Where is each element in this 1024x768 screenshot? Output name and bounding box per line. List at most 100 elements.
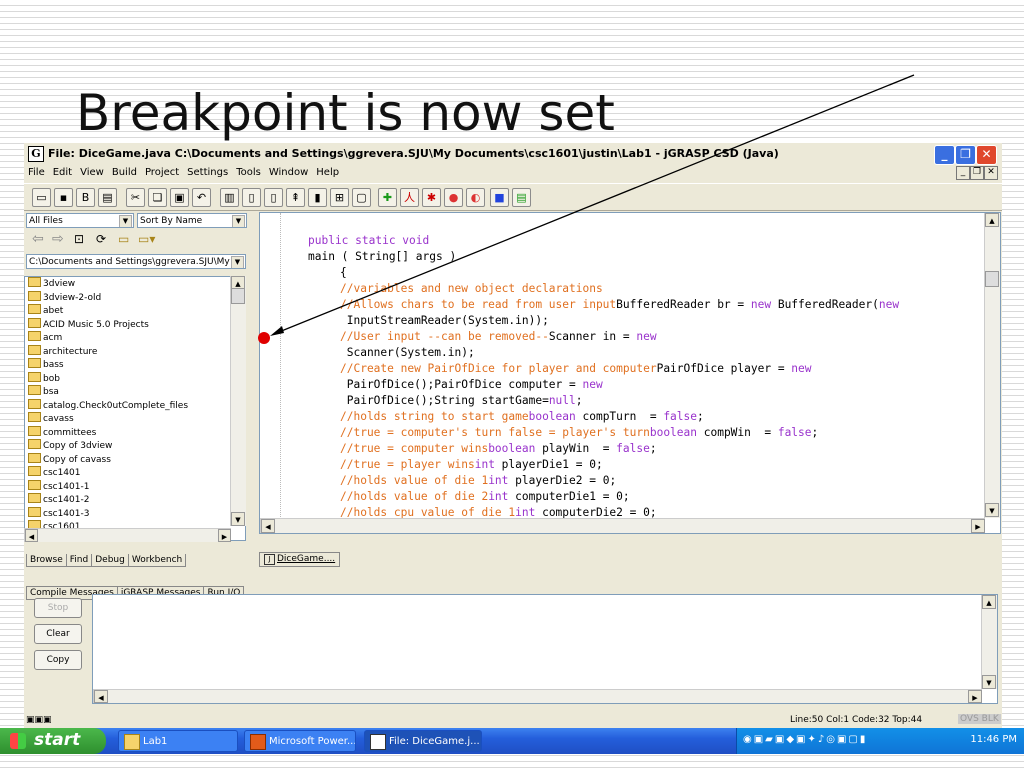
tab-find[interactable]: Find <box>65 554 93 567</box>
tab-dicegame[interactable]: J DiceGame.... <box>259 552 341 567</box>
copy-button[interactable]: Copy <box>34 650 82 670</box>
minimize-button[interactable]: _ <box>934 145 955 165</box>
list-item[interactable]: bsa <box>25 385 245 399</box>
menu-view[interactable]: View <box>76 165 108 178</box>
start-button[interactable]: start <box>0 728 106 754</box>
menu-help[interactable]: Help <box>312 165 343 178</box>
file-filter-select[interactable]: All Files ▼ <box>26 213 134 228</box>
message-scrollbar[interactable]: ▲ ▼ <box>981 595 997 689</box>
list-item[interactable]: cavass <box>25 412 245 426</box>
breakpoint-marker[interactable] <box>258 332 270 344</box>
run-icon[interactable]: 人 <box>400 188 419 207</box>
debug-applet-icon[interactable]: ● <box>444 188 463 207</box>
cut-icon[interactable]: ✂ <box>126 188 145 207</box>
list-item[interactable]: csc1401-2 <box>25 493 245 507</box>
list-item[interactable]: Copy of 3dview <box>25 439 245 453</box>
home-folder-icon[interactable]: ▭ <box>118 232 129 246</box>
save-icon[interactable]: ▪ <box>54 188 73 207</box>
editor-scrollbar[interactable]: ▲ ▼ <box>984 213 1000 518</box>
scroll-up-icon[interactable]: ▲ <box>982 595 996 609</box>
list-item[interactable]: committees <box>25 425 245 440</box>
tab-browse[interactable]: Browse <box>26 554 67 567</box>
list-item[interactable]: ACID Music 5.0 Projects <box>25 317 245 332</box>
message-hscrollbar[interactable]: ◀ ▶ <box>93 689 982 703</box>
file-list-scrollbar[interactable]: ▲ ▼ <box>230 276 246 526</box>
list-item[interactable]: bob <box>25 371 245 386</box>
list-item[interactable]: csc1401 <box>25 466 245 480</box>
scroll-down-icon[interactable]: ▼ <box>985 503 999 517</box>
task-powerpoint[interactable]: Microsoft Power... <box>244 730 356 752</box>
list-item[interactable]: catalog.Check0utComplete_files <box>25 398 245 413</box>
paste-icon[interactable]: ▣ <box>170 188 189 207</box>
stop-button[interactable]: Stop <box>34 598 82 618</box>
code-text[interactable]: public static void main ( String[] args … <box>308 233 899 533</box>
clear-button[interactable]: Clear <box>34 624 82 644</box>
menu-project[interactable]: Project <box>141 165 183 178</box>
uml-icon[interactable]: ⊞ <box>330 188 349 207</box>
tab-workbench[interactable]: Workbench <box>127 554 187 567</box>
run-applet-icon[interactable]: ◐ <box>466 188 485 207</box>
unfold-icon[interactable]: ⇞ <box>286 188 305 207</box>
debug-icon[interactable]: ✱ <box>422 188 441 207</box>
menu-build[interactable]: Build <box>108 165 141 178</box>
message-output[interactable]: ▲ ▼ ◀ ▶ <box>92 594 998 704</box>
close-button[interactable]: ✕ <box>976 145 997 165</box>
print-icon[interactable]: ▤ <box>98 188 117 207</box>
scroll-thumb[interactable] <box>231 288 245 304</box>
mdi-minimize-button[interactable]: _ <box>956 166 970 180</box>
list-item[interactable]: 3dview-2-old <box>25 290 245 305</box>
tab-debug[interactable]: Debug <box>91 554 129 567</box>
list-item[interactable]: csc1401-1 <box>25 479 245 494</box>
layout-icons[interactable]: ▣▣▣ <box>26 715 52 725</box>
file-list-hscrollbar[interactable]: ◀ ▶ <box>24 528 231 542</box>
doc-icon[interactable]: ▢ <box>352 188 371 207</box>
save-all-icon[interactable]: B <box>76 188 95 207</box>
refresh-icon[interactable]: ⟳ <box>96 232 106 246</box>
scroll-left-icon[interactable]: ◀ <box>261 519 275 533</box>
window-icon[interactable]: ■ <box>490 188 509 207</box>
back-arrow-icon[interactable]: ⇦ <box>32 231 44 247</box>
editor-hscrollbar[interactable]: ◀ ▶ <box>260 518 985 533</box>
folder-menu-icon[interactable]: ▭▾ <box>138 232 155 246</box>
chart-icon[interactable]: ▮ <box>308 188 327 207</box>
tray-icons[interactable]: ◉▣▰▣◆▣✦♪◎▣▢▮ <box>743 734 867 745</box>
scroll-right-icon[interactable]: ▶ <box>218 529 231 542</box>
menu-tools[interactable]: Tools <box>232 165 265 178</box>
undo-icon[interactable]: ↶ <box>192 188 211 207</box>
list-item[interactable]: abet <box>25 304 245 318</box>
mdi-restore-button[interactable]: ❐ <box>970 166 984 180</box>
breakpoint-gutter[interactable] <box>260 213 281 523</box>
menu-settings[interactable]: Settings <box>183 165 232 178</box>
scroll-down-icon[interactable]: ▼ <box>231 512 245 526</box>
scroll-thumb[interactable] <box>985 271 999 287</box>
scroll-left-icon[interactable]: ◀ <box>94 690 108 703</box>
split-icon[interactable]: ▤ <box>512 188 531 207</box>
generate-csd-icon[interactable]: ▥ <box>220 188 239 207</box>
scroll-up-icon[interactable]: ▲ <box>985 213 999 227</box>
scroll-left-icon[interactable]: ◀ <box>25 529 38 542</box>
scroll-down-icon[interactable]: ▼ <box>982 675 996 689</box>
forward-arrow-icon[interactable]: ⇨ <box>52 231 64 247</box>
path-select[interactable]: C:\Documents and Settings\ggrevera.SJU\M… <box>26 254 246 269</box>
mdi-close-button[interactable]: ✕ <box>984 166 998 180</box>
compile-icon[interactable]: ✚ <box>378 188 397 207</box>
fold-icon[interactable]: ▯ <box>264 188 283 207</box>
sort-select[interactable]: Sort By Name ▼ <box>137 213 247 228</box>
scroll-right-icon[interactable]: ▶ <box>971 519 985 533</box>
open-folder-icon[interactable]: ▭ <box>32 188 51 207</box>
restore-button[interactable]: ❐ <box>955 145 976 165</box>
list-item[interactable]: architecture <box>25 344 245 359</box>
list-item[interactable]: Copy of cavass <box>25 452 245 467</box>
list-item[interactable]: 3dview <box>25 277 245 291</box>
up-folder-icon[interactable]: ⊡ <box>74 232 84 246</box>
scroll-right-icon[interactable]: ▶ <box>968 690 982 703</box>
list-item[interactable]: csc1401-3 <box>25 506 245 521</box>
copy-icon[interactable]: ❏ <box>148 188 167 207</box>
code-editor[interactable]: public static void main ( String[] args … <box>259 212 1001 534</box>
menu-edit[interactable]: Edit <box>49 165 76 178</box>
list-item[interactable]: bass <box>25 358 245 372</box>
task-lab1[interactable]: Lab1 <box>118 730 238 752</box>
menu-file[interactable]: File <box>24 165 49 178</box>
task-jgrasp[interactable]: File: DiceGame.j... <box>364 730 482 752</box>
remove-csd-icon[interactable]: ▯ <box>242 188 261 207</box>
